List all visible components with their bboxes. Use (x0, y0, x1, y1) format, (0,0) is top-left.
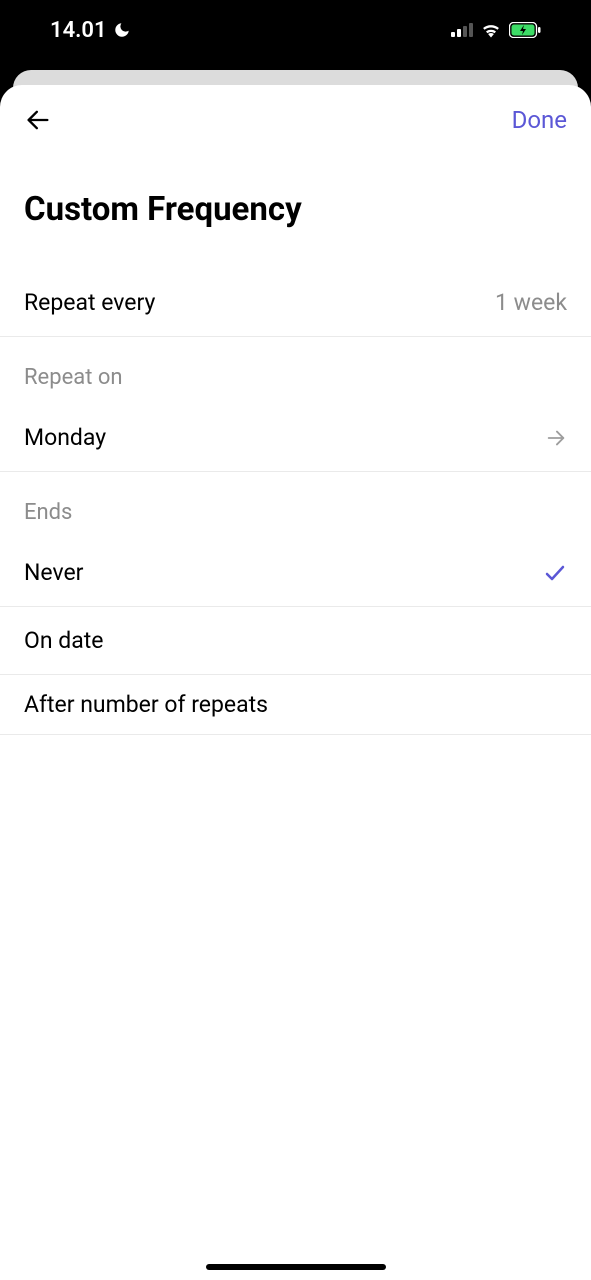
checkmark-icon (543, 561, 567, 585)
wifi-icon (481, 22, 501, 38)
done-button[interactable]: Done (512, 106, 567, 134)
ends-header: Ends (0, 472, 591, 539)
ends-option-after-repeats[interactable]: After number of repeats (0, 675, 591, 735)
page-title: Custom Frequency (0, 155, 591, 269)
home-indicator[interactable] (206, 1264, 386, 1270)
ends-option-label: On date (24, 627, 103, 654)
modal-sheet: Done Custom Frequency Repeat every 1 wee… (0, 85, 591, 1280)
cellular-signal-icon (451, 23, 473, 37)
moon-icon (113, 21, 131, 39)
status-indicators (451, 22, 541, 38)
repeat-every-value: 1 week (495, 289, 567, 316)
repeat-on-header: Repeat on (0, 337, 591, 404)
status-time: 14.01 (50, 18, 107, 43)
battery-charging-icon (509, 22, 541, 38)
repeat-on-row[interactable]: Monday (0, 404, 591, 472)
ends-option-label: After number of repeats (24, 691, 268, 718)
ends-option-on-date[interactable]: On date (0, 607, 591, 675)
repeat-on-value: Monday (24, 424, 106, 451)
repeat-every-row[interactable]: Repeat every 1 week (0, 269, 591, 337)
ends-option-label: Never (24, 559, 83, 586)
status-bar: 14.01 (0, 0, 591, 60)
back-button[interactable] (24, 106, 52, 134)
nav-bar: Done (0, 85, 591, 155)
ends-option-never[interactable]: Never (0, 539, 591, 607)
arrow-left-icon (24, 106, 52, 134)
status-time-group: 14.01 (50, 18, 131, 43)
chevron-right-icon (545, 427, 567, 449)
repeat-every-label: Repeat every (24, 289, 155, 316)
